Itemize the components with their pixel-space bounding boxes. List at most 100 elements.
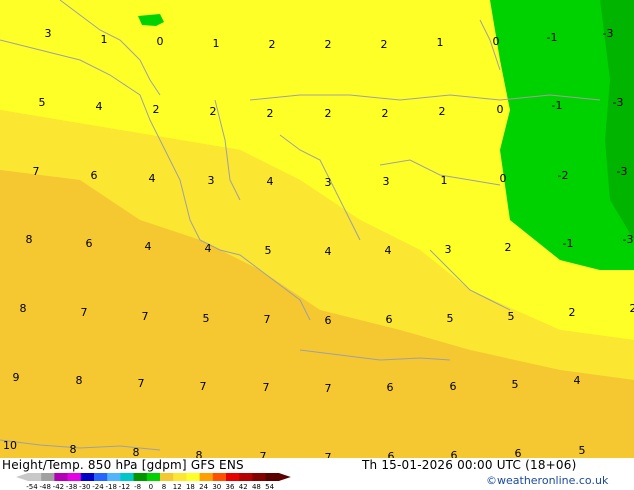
temperature-label: 4 [96,100,103,113]
color-scale-tick: -48 [39,483,50,490]
temperature-label: 4 [149,172,156,185]
temperature-label: 1 [213,37,220,50]
temperature-label: 7 [33,165,40,178]
temperature-label: 5 [447,312,454,325]
color-scale-cell [265,473,280,481]
color-scale-cell [80,473,95,481]
color-scale-tick: 24 [199,483,208,490]
color-scale-tick: -12 [119,483,130,490]
color-scale-cell [67,473,82,481]
temperature-label: 2 [153,103,160,116]
color-scale-tick: -30 [79,483,90,490]
temperature-label: 6 [91,169,98,182]
color-scale-bar: -54 -48 -42 -38 -30 -24 -18 -12 -8 0 8 12 18 24 30 36 42… [16,473,291,490]
temperature-label: 5 [579,444,586,457]
temperature-label: 6 [325,314,332,327]
valid-time: Th 15-01-2026 00:00 UTC (18+06) [362,458,577,472]
color-scale-cell [160,473,174,481]
temperature-label: 1 [101,33,108,46]
temperature-label: -1 [552,99,563,112]
map-canvas: 3 1 0 1 2 2 2 1 0 -1 -35 4 2 2 2 2 2 2 0 -1 -37 6 4 3 4 3 3 1 0 -2 -38… [0,0,634,458]
temperature-label: 0 [500,172,507,185]
temperature-label: 9 [13,371,20,384]
temperature-label: 10 [3,439,17,452]
color-scale-tick: 8 [162,483,166,490]
color-scale-tick: 18 [186,483,195,490]
temperature-label: 2 [382,107,389,120]
temperature-label: 1 [437,36,444,49]
temperature-label: 4 [385,244,392,257]
temperature-label: -3 [613,96,624,109]
temperature-label: 5 [265,244,272,257]
temperature-label: 5 [39,96,46,109]
temperature-label: 2 [439,105,446,118]
temperature-label: 8 [70,443,77,456]
temperature-map: 3 1 0 1 2 2 2 1 0 -1 -3 5 4 2 2 2 2 2 2 0 -1 -3 7 6 4 3 4 3 3 1 0 -2 -3 8… [0,0,634,458]
temperature-label: 6 [388,450,395,458]
color-scale-cell [54,473,69,481]
color-scale-cell [226,473,240,481]
temperature-label: 4 [267,175,274,188]
temperature-label: 2 [325,107,332,120]
temperature-label: 8 [26,233,33,246]
temperature-label: 4 [574,374,581,387]
temperature-label: 6 [450,380,457,393]
color-scale-cell [120,473,135,481]
color-scale-cell [28,473,42,481]
temperature-label: 8 [20,302,27,315]
temperature-label: 2 [210,105,217,118]
temperature-label: 7 [325,382,332,395]
color-scale-tick: -8 [134,483,141,490]
color-scale-tick: -38 [66,483,77,490]
color-scale-tick: 0 [149,483,153,490]
temperature-label: 3 [325,176,332,189]
temperature-label: 0 [497,103,504,116]
color-scale-tick: -54 [26,483,38,490]
color-scale-cell [199,473,214,481]
credit-link[interactable]: ©weatheronline.co.uk [486,474,608,487]
color-scale-left-arrow [16,473,28,481]
color-scale-tick: 12 [173,483,182,490]
color-scale-tick: 36 [226,483,235,490]
color-scale-tick: 48 [252,483,261,490]
color-scale-tick: -42 [53,483,64,490]
color-scale-cell [173,473,187,481]
color-scale-cell [252,473,267,481]
temperature-label: -2 [558,169,569,182]
color-scale-tick: 54 [265,483,274,490]
temperature-label: 5 [508,310,515,323]
temperature-label: 6 [387,381,394,394]
temperature-label: -1 [563,237,574,250]
footer: Height/Temp. 850 hPa [gdpm] GFS ENS Th 1… [0,458,634,490]
temperature-label: 7 [138,377,145,390]
color-scale-cell [107,473,121,481]
color-scale-ticks: -54 -48 -42 -38 -30 -24 -18 -12 -8 0 8 12 18 24 30 36 42… [26,483,274,490]
color-scale-cell [146,473,161,481]
temperature-label: 2 [630,302,634,315]
temperature-label: 7 [142,310,149,323]
temperature-label: 2 [505,241,512,254]
map-title: Height/Temp. 850 hPa [gdpm] GFS ENS [2,458,244,472]
temperature-label: 4 [205,242,212,255]
color-scale-cells [16,473,291,481]
temperature-label: -3 [617,165,628,178]
temperature-label: 2 [569,306,576,319]
color-scale-tick: -18 [105,483,116,490]
temperature-label: 5 [203,312,210,325]
temperature-label: -3 [623,233,634,246]
color-scale-right-arrow [278,473,291,481]
temperature-label: 4 [325,245,332,258]
temperature-label: -1 [547,31,558,44]
temperature-label: 3 [45,27,52,40]
temperature-label: 3 [445,243,452,256]
temperature-label: 7 [81,306,88,319]
color-scale-cell [212,473,227,481]
temperature-label: 8 [76,374,83,387]
temperature-label: 2 [267,107,274,120]
temperature-label: 6 [451,449,458,458]
temperature-label: 3 [383,175,390,188]
temperature-label: 6 [86,237,93,250]
temperature-label: 6 [515,447,522,458]
color-scale-tick: -24 [92,483,104,490]
color-scale-cell [239,473,253,481]
